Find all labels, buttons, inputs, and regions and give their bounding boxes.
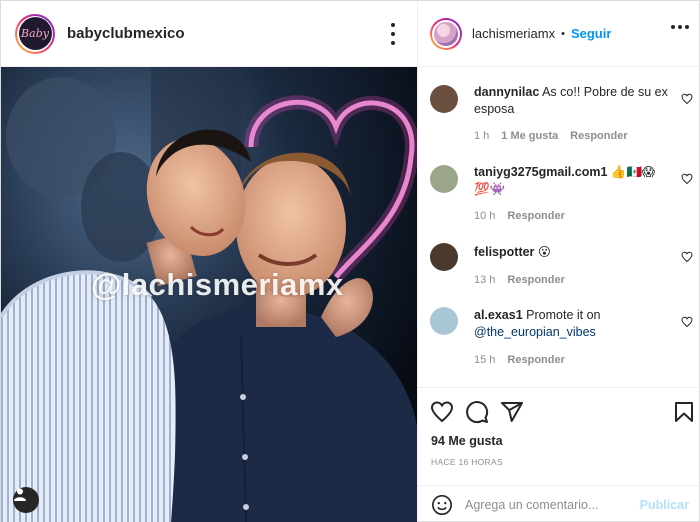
post-photo[interactable]: @lachismeriamx (1, 67, 417, 522)
commenter-avatar[interactable] (430, 165, 458, 193)
more-options-icon[interactable] (390, 23, 396, 45)
publish-button[interactable]: Publicar (640, 498, 689, 512)
comment-meta: 13 h Responder (474, 274, 565, 286)
post-sidebar: lachismeriamx • Seguir dannynilac As co!… (418, 1, 700, 522)
comment-text: Promote it on (526, 308, 601, 322)
sidebar-header: lachismeriamx • Seguir (418, 1, 700, 67)
commenter-username[interactable]: taniyg3275gmail.com1 (474, 165, 607, 179)
heart-icon[interactable] (681, 316, 693, 328)
comment-text: 😮 (537, 245, 551, 259)
likes-count[interactable]: 94 Me gusta (431, 434, 503, 448)
commenter-avatar[interactable] (430, 85, 458, 113)
comment-time: 1 h (474, 130, 490, 142)
comment-likes[interactable]: 1 Me gusta (501, 130, 558, 142)
commenter-username[interactable]: dannynilac (474, 85, 539, 99)
post-actions: 94 Me gusta HACE 16 HORAS Publicar (418, 387, 700, 522)
comment-time: 15 h (474, 354, 496, 366)
comment-meta: 1 h 1 Me gusta Responder (474, 130, 628, 142)
clipped-previous-comment (474, 71, 624, 79)
heart-icon[interactable] (681, 251, 693, 263)
comment-meta: 10 h Responder (474, 210, 565, 222)
commenter-username[interactable]: felispotter (474, 245, 534, 259)
send-icon[interactable] (500, 400, 524, 424)
heart-icon[interactable] (681, 173, 693, 185)
follow-button[interactable]: Seguir (571, 26, 611, 41)
post-author-avatar[interactable]: Baby (15, 13, 55, 54)
reply-button[interactable]: Responder (507, 274, 564, 286)
comment-time: 13 h (474, 274, 496, 286)
reply-button[interactable]: Responder (507, 354, 564, 366)
heart-icon[interactable] (430, 400, 454, 424)
watermark-text: @lachismeriamx (91, 267, 344, 302)
smiley-icon[interactable] (431, 494, 453, 516)
commenter-avatar[interactable] (430, 307, 458, 335)
heart-icon[interactable] (681, 93, 693, 105)
reply-button[interactable]: Responder (507, 210, 564, 222)
comment-input[interactable] (465, 498, 635, 512)
sidebar-author-avatar[interactable] (430, 17, 462, 50)
reply-button[interactable]: Responder (570, 130, 627, 142)
more-horizontal-icon[interactable] (671, 25, 689, 29)
post-header: Baby babyclubmexico (1, 1, 418, 67)
instagram-post-modal: Baby babyclubmexico @lachismeriamx lachi… (0, 0, 700, 522)
mention-link[interactable]: @the_europian_vibes (474, 325, 596, 339)
comment-list: dannynilac As co!! Pobre de su ex esposa… (418, 67, 700, 387)
comment-time: 10 h (474, 210, 496, 222)
babyclub-logo: Baby (18, 17, 52, 50)
comment-meta: 15 h Responder (474, 354, 565, 366)
separator-dot: • (561, 27, 565, 40)
post-timestamp: HACE 16 HORAS (431, 457, 503, 467)
commenter-username[interactable]: al.exas1 (474, 308, 523, 322)
post-author-username[interactable]: babyclubmexico (67, 25, 185, 42)
sidebar-author-username[interactable]: lachismeriamx (472, 26, 555, 41)
comment-icon[interactable] (465, 400, 489, 424)
post-media-column: Baby babyclubmexico @lachismeriamx (1, 1, 418, 522)
commenter-avatar[interactable] (430, 243, 458, 271)
comment-composer: Publicar (418, 485, 700, 522)
bookmark-icon[interactable] (672, 400, 696, 424)
user-tag-icon[interactable] (13, 487, 39, 513)
